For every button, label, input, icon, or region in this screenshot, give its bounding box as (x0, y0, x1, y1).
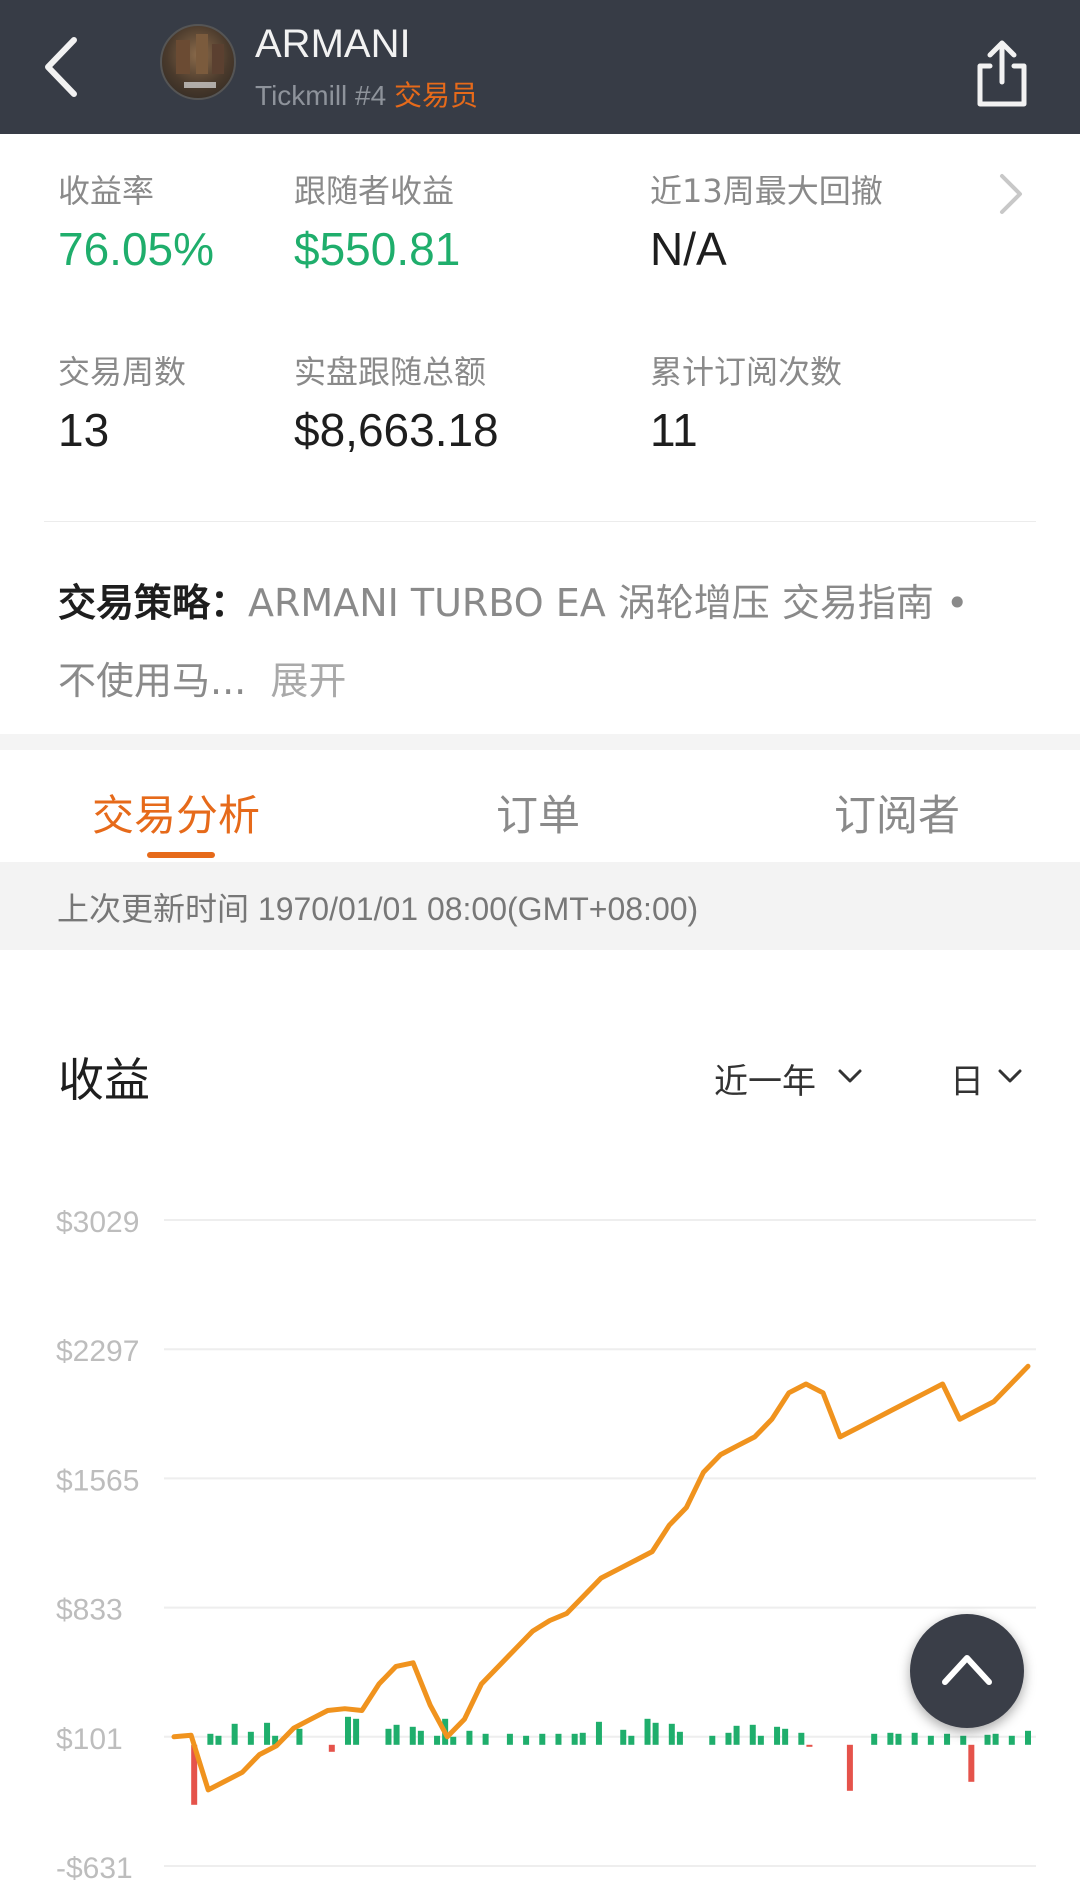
daily-bar (968, 1744, 975, 1782)
tab-trade-analysis[interactable]: 交易分析 (92, 782, 260, 843)
daily-bar (871, 1733, 878, 1745)
scroll-top-button[interactable] (910, 1614, 1024, 1728)
daily-bar (782, 1728, 789, 1745)
trader-subtitle: Tickmill #4 交易员 (255, 74, 478, 114)
daily-bar (555, 1733, 562, 1745)
chevron-right-icon[interactable] (994, 170, 1028, 218)
follower-profit-value: $550.81 (294, 223, 461, 275)
y-tick-label: $101 (56, 1723, 123, 1756)
daily-bar (757, 1735, 764, 1745)
tab-subscribers[interactable]: 订阅者 (834, 782, 960, 843)
daily-bar (296, 1728, 303, 1745)
trader-name: ARMANI (255, 22, 411, 66)
follower-profit-label: 跟随者收益 (294, 172, 455, 210)
role-badge: 交易员 (393, 80, 478, 111)
period-select[interactable]: 日 (950, 1054, 984, 1103)
chevron-down-icon[interactable] (836, 1066, 864, 1086)
subscription-count-value: 11 (650, 404, 698, 456)
daily-bar (409, 1726, 416, 1745)
daily-bar (595, 1721, 602, 1745)
max-drawdown-value: N/A (650, 223, 727, 275)
subscription-count-label: 累计订阅次数 (650, 353, 843, 391)
daily-bar (725, 1732, 732, 1745)
profit-chart: $3029 $2297 $1565 $833 $101 -$631 (56, 1206, 1036, 1885)
trade-weeks-value: 13 (58, 404, 110, 456)
copy-total-label: 实盘跟随总额 (294, 353, 487, 391)
daily-bar (911, 1732, 918, 1745)
y-tick-label: $833 (56, 1594, 123, 1627)
return-rate-value: 76.05% (58, 223, 215, 275)
daily-bar (927, 1735, 934, 1745)
daily-bar (231, 1723, 238, 1745)
daily-bar (944, 1733, 951, 1745)
daily-bar (264, 1722, 271, 1745)
daily-bar (466, 1730, 473, 1745)
tab-indicator (147, 852, 215, 858)
strategy-title: 交易策略： (58, 581, 249, 625)
daily-bar (668, 1723, 675, 1745)
chevron-down-icon[interactable] (996, 1066, 1024, 1086)
daily-bar (846, 1744, 853, 1791)
range-select[interactable]: 近一年 (714, 1054, 816, 1103)
daily-bar (960, 1735, 967, 1745)
daily-bar (895, 1733, 902, 1745)
broker-account: Tickmill #4 (255, 80, 387, 111)
daily-bar (992, 1733, 999, 1745)
daily-bar (620, 1729, 627, 1745)
daily-bar (887, 1732, 894, 1745)
daily-bar (385, 1728, 392, 1745)
daily-bar (506, 1733, 513, 1745)
daily-bar (644, 1718, 651, 1745)
daily-bar (984, 1734, 991, 1745)
expand-link[interactable]: 展开 (270, 659, 346, 703)
back-arrow-icon[interactable] (36, 32, 90, 102)
daily-bar (353, 1718, 360, 1745)
daily-bar (1025, 1730, 1031, 1745)
daily-bar (523, 1735, 530, 1745)
section-gap (0, 734, 1080, 750)
daily-bar (450, 1736, 457, 1745)
daily-bar (676, 1731, 683, 1745)
trade-weeks-label: 交易周数 (58, 353, 187, 391)
divider (44, 521, 1036, 522)
daily-bar (1008, 1735, 1015, 1745)
copy-total-value: $8,663.18 (294, 404, 499, 456)
daily-bar (579, 1732, 586, 1745)
return-rate-label: 收益率 (58, 172, 155, 210)
daily-bar (798, 1732, 805, 1745)
daily-bar (571, 1733, 578, 1745)
daily-bar (628, 1735, 635, 1745)
top-bar: ARMANI Tickmill #4 交易员 (0, 0, 1080, 134)
avatar[interactable] (160, 24, 236, 100)
daily-bar (749, 1724, 756, 1745)
strategy-block: 交易策略：ARMANI TURBO EA 涡轮增压 交易指南 • 不使用马...… (58, 564, 1018, 720)
share-icon[interactable] (972, 38, 1032, 108)
chevron-up-icon (942, 1655, 992, 1685)
chart-title: 收益 (58, 1053, 150, 1107)
daily-bar (434, 1735, 441, 1745)
daily-bar (207, 1733, 214, 1745)
daily-bar (733, 1725, 740, 1745)
daily-bar (417, 1730, 424, 1745)
max-drawdown-label: 近13周最大回撤 (650, 172, 883, 210)
daily-bar (709, 1735, 716, 1745)
daily-bar (215, 1735, 222, 1745)
daily-bar (393, 1724, 400, 1745)
daily-bar (328, 1744, 335, 1752)
daily-bar (774, 1726, 781, 1745)
y-tick-label: $3029 (56, 1206, 139, 1239)
y-tick-label: $2297 (56, 1335, 139, 1368)
last-update-text: 上次更新时间 1970/01/01 08:00(GMT+08:00) (57, 891, 699, 927)
daily-bar (539, 1733, 546, 1745)
daily-bar (345, 1716, 351, 1745)
daily-bar (247, 1731, 254, 1745)
daily-bar (652, 1722, 659, 1745)
daily-bar (806, 1744, 813, 1747)
daily-bar (482, 1733, 489, 1745)
tab-orders[interactable]: 订单 (496, 782, 580, 843)
y-tick-label: -$631 (56, 1852, 133, 1885)
y-tick-label: $1565 (56, 1464, 139, 1497)
